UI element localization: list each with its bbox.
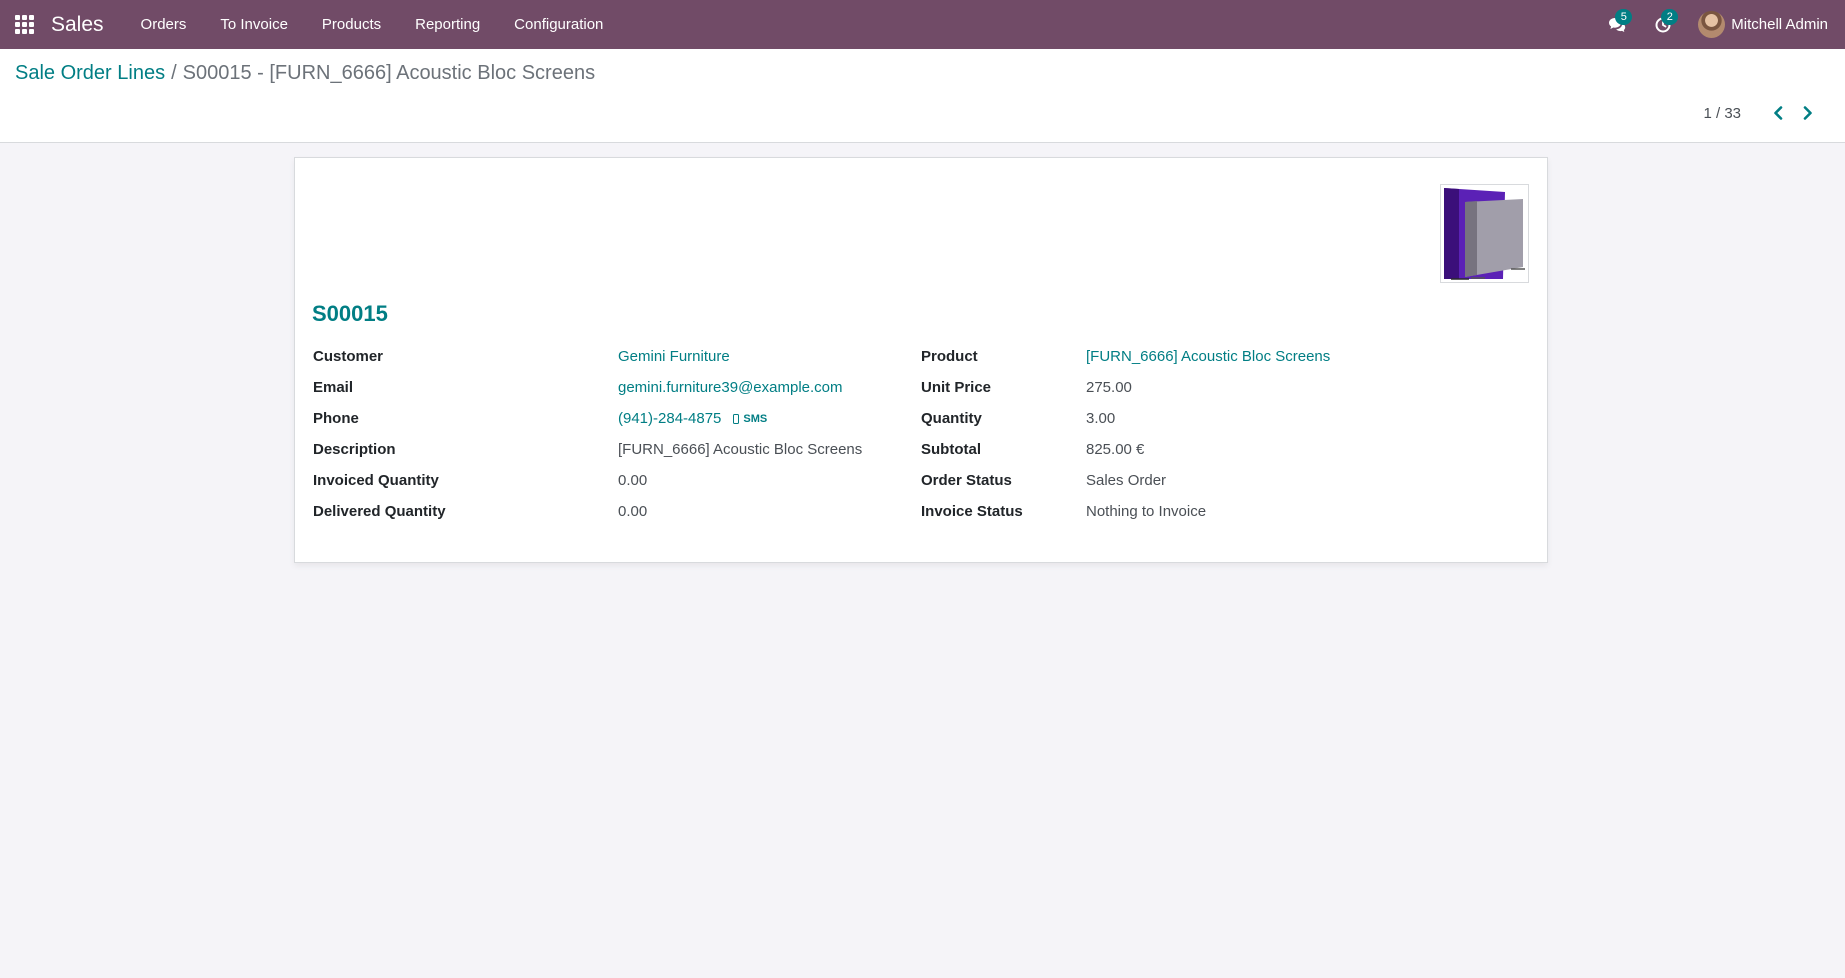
field-label: Customer: [313, 348, 384, 365]
pager: 1 / 33: [1703, 101, 1823, 125]
description-value: [FURN_6666] Acoustic Bloc Screens: [618, 441, 863, 458]
field-label: Phone: [313, 410, 359, 427]
order-status-value: Sales Order: [1086, 472, 1167, 489]
invoice-status-value: Nothing to Invoice: [1086, 503, 1207, 520]
invoiced-quantity-value: 0.00: [618, 472, 648, 489]
breadcrumb-separator: /: [171, 62, 177, 84]
quantity-value: 3.00: [1086, 410, 1116, 427]
systray: 5 2 Mitchell Admin: [1594, 0, 1845, 49]
field-label: Delivered Quantity: [313, 503, 446, 520]
mobile-phone-icon: [733, 413, 740, 424]
activity-menu[interactable]: 2: [1640, 0, 1686, 49]
product-image[interactable]: [1440, 184, 1529, 283]
acoustic-screens-image: [1444, 188, 1525, 280]
field-customer: Customer Gemini Furniture: [313, 341, 903, 372]
chevron-left-icon: [1774, 106, 1783, 120]
field-quantity: Quantity 3.00: [921, 403, 1531, 434]
field-invoice-status: Invoice Status Nothing to Invoice: [921, 496, 1531, 527]
messages-count-badge: 5: [1615, 9, 1633, 25]
menu-reporting[interactable]: Reporting: [398, 0, 497, 49]
field-order-status: Order Status Sales Order: [921, 465, 1531, 496]
pager-next-button[interactable]: [1793, 101, 1823, 125]
breadcrumb-current-record: S00015 - [FURN_6666] Acoustic Bloc Scree…: [182, 62, 596, 84]
menu-orders[interactable]: Orders: [124, 0, 204, 49]
send-sms-button[interactable]: SMS: [733, 413, 767, 425]
field-label: Product: [921, 348, 978, 365]
avatar: [1698, 11, 1726, 38]
chevron-right-icon: [1803, 106, 1812, 120]
messaging-menu[interactable]: 5: [1594, 0, 1640, 49]
field-label: Email: [313, 379, 354, 396]
user-menu[interactable]: Mitchell Admin: [1698, 11, 1828, 38]
field-description: Description [FURN_6666] Acoustic Bloc Sc…: [313, 434, 903, 465]
field-label: Subtotal: [921, 441, 981, 458]
field-label: Quantity: [921, 410, 982, 427]
app-menu-grid-icon[interactable]: [15, 14, 35, 35]
field-email: Email gemini.furniture39@example.com: [313, 372, 903, 403]
field-phone: Phone (941)-284-4875 SMS: [313, 403, 903, 434]
field-label: Invoiced Quantity: [313, 472, 439, 489]
menu-configuration[interactable]: Configuration: [497, 0, 620, 49]
field-label: Order Status: [921, 472, 1012, 489]
control-panel: Sale Order Lines / S00015 - [FURN_6666] …: [0, 49, 1845, 143]
menu-to-invoice[interactable]: To Invoice: [203, 0, 305, 49]
app-brand[interactable]: Sales: [51, 13, 104, 37]
field-label: Unit Price: [921, 379, 992, 396]
breadcrumb: Sale Order Lines / S00015 - [FURN_6666] …: [15, 62, 595, 85]
field-unit-price: Unit Price 275.00: [921, 372, 1531, 403]
pager-previous-button[interactable]: [1763, 101, 1793, 125]
subtotal-value: 825.00 €: [1086, 441, 1145, 458]
breadcrumb-sale-order-lines[interactable]: Sale Order Lines: [15, 62, 165, 85]
activities-count-badge: 2: [1661, 9, 1679, 25]
product-link[interactable]: [FURN_6666] Acoustic Bloc Screens: [1086, 348, 1330, 365]
menu-products[interactable]: Products: [305, 0, 398, 49]
email-link[interactable]: gemini.furniture39@example.com: [618, 379, 843, 396]
left-field-group: Customer Gemini Furniture Email gemini.f…: [313, 341, 903, 527]
field-subtotal: Subtotal 825.00 €: [921, 434, 1531, 465]
field-delivered-quantity: Delivered Quantity 0.00: [313, 496, 903, 527]
right-field-group: Product [FURN_6666] Acoustic Bloc Screen…: [921, 341, 1531, 527]
form-sheet: S00015 Customer Gemini Furniture Email g…: [294, 157, 1548, 563]
field-product: Product [FURN_6666] Acoustic Bloc Screen…: [921, 341, 1531, 372]
field-label: Invoice Status: [921, 503, 1023, 520]
sms-label: SMS: [743, 412, 768, 425]
phone-link[interactable]: (941)-284-4875: [618, 410, 721, 427]
customer-link[interactable]: Gemini Furniture: [618, 348, 730, 365]
unit-price-value: 275.00: [1086, 379, 1132, 396]
user-name: Mitchell Admin: [1731, 16, 1828, 33]
pager-value[interactable]: 1 / 33: [1703, 105, 1741, 122]
top-navbar: Sales Orders To Invoice Products Reporti…: [0, 0, 1845, 49]
field-invoiced-quantity: Invoiced Quantity 0.00: [313, 465, 903, 496]
delivered-quantity-value: 0.00: [618, 503, 648, 520]
record-title: S00015: [312, 301, 388, 326]
field-label: Description: [313, 441, 396, 458]
